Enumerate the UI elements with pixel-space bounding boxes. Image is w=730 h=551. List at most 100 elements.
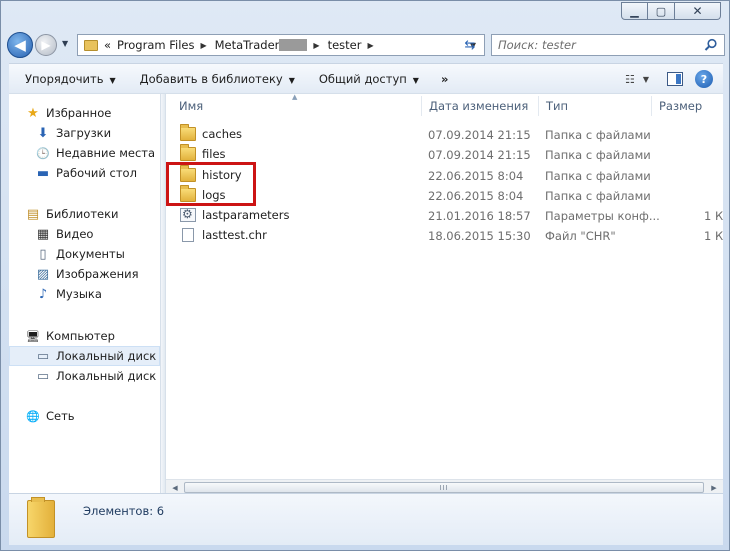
drive-icon: ▭ bbox=[36, 348, 50, 364]
more-commands-button[interactable]: » bbox=[441, 72, 448, 86]
breadcrumb-separator-icon[interactable]: ▶ bbox=[200, 41, 206, 50]
music-icon: ♪ bbox=[38, 286, 48, 302]
file-date: 18.06.2015 15:30 bbox=[428, 229, 531, 244]
file-name-cell: lastparameters bbox=[180, 207, 290, 223]
sidebar-item-disk-c[interactable]: ▭ Локальный диск (C bbox=[9, 346, 160, 366]
column-divider[interactable] bbox=[421, 96, 422, 116]
folder-icon bbox=[180, 124, 196, 141]
sidebar-item-recent-places[interactable]: 🕒 Недавние места bbox=[9, 143, 160, 163]
file-name: files bbox=[202, 147, 226, 162]
sidebar-item-label: Недавние места bbox=[56, 146, 156, 160]
grip-icon: III bbox=[439, 483, 449, 492]
file-type: Папка с файлами bbox=[545, 188, 651, 203]
minimize-icon: ▁ bbox=[630, 4, 639, 18]
breadcrumb-metatrader[interactable]: MetaTrader bbox=[215, 38, 280, 52]
file-size: 1 КБ bbox=[704, 209, 723, 224]
libraries-icon: ▤ bbox=[26, 206, 40, 222]
file-list-pane: ▲ Имя Дата изменения Тип Размер caches 0… bbox=[166, 94, 723, 494]
network-group: 🌐 Сеть bbox=[9, 406, 160, 426]
breadcrumb-program-files[interactable]: Program Files bbox=[117, 38, 194, 52]
breadcrumb-separator-icon[interactable]: ▶ bbox=[313, 41, 319, 50]
minimize-button[interactable]: ▁ bbox=[621, 2, 648, 20]
desktop-icon: ▬ bbox=[36, 165, 50, 181]
file-date: 21.01.2016 18:57 bbox=[428, 209, 531, 224]
add-to-library-label: Добавить в библиотеку bbox=[139, 71, 283, 86]
column-header-name[interactable]: Имя bbox=[179, 99, 203, 113]
column-divider[interactable] bbox=[651, 96, 652, 116]
share-button[interactable]: Общий доступ ▼ bbox=[319, 72, 419, 86]
file-type: Папка с файлами bbox=[545, 168, 651, 183]
recent-pages-dropdown[interactable]: ▼ bbox=[62, 39, 68, 48]
sidebar-item-images[interactable]: ▨ Изображения bbox=[9, 264, 160, 284]
star-icon: ★ bbox=[27, 105, 39, 121]
computer-group: 🖥 Компьютер ▭ Локальный диск (C ▭ Локальный… bbox=[9, 326, 160, 386]
refresh-icon: ⇆ bbox=[464, 37, 476, 53]
sidebar-item-network[interactable]: 🌐 Сеть bbox=[9, 406, 160, 426]
column-header-type[interactable]: Тип bbox=[546, 99, 568, 113]
content-area: ★ Избранное ⬇ Загрузки 🕒 Недавние места ▬ Ра… bbox=[9, 93, 723, 495]
share-label: Общий доступ bbox=[318, 71, 407, 86]
sidebar-item-label: Видео bbox=[56, 227, 94, 241]
add-to-library-button[interactable]: Добавить в библиотеку ▼ bbox=[140, 72, 295, 86]
file-date: 07.09.2014 21:15 bbox=[428, 128, 531, 142]
file-row-lastparameters[interactable]: lastparameters 21.01.2016 18:57 Параметр… bbox=[166, 205, 723, 225]
sidebar-item-documents[interactable]: ▯ Документы bbox=[9, 244, 160, 264]
sidebar-item-label: Избранное bbox=[46, 106, 112, 120]
sidebar-item-disk-d[interactable]: ▭ Локальный диск (D bbox=[9, 366, 160, 386]
sidebar-item-downloads[interactable]: ⬇ Загрузки bbox=[9, 123, 160, 143]
column-header-date[interactable]: Дата изменения bbox=[429, 99, 528, 113]
forward-arrow-icon: ▶ bbox=[41, 38, 51, 52]
file-name: lastparameters bbox=[202, 208, 290, 223]
sidebar-item-label: Локальный диск (D bbox=[56, 369, 160, 383]
toolbar-right: ☷ ▼ ? bbox=[617, 64, 723, 94]
help-icon: ? bbox=[700, 72, 708, 86]
file-name-cell: lasttest.chr bbox=[180, 228, 267, 243]
details-pane: Элементов: 6 bbox=[9, 493, 723, 545]
maximize-button[interactable]: ▢ bbox=[648, 2, 675, 20]
items-count: Элементов: 6 bbox=[83, 504, 165, 518]
preview-pane-button[interactable] bbox=[667, 72, 683, 86]
search-input[interactable]: Поиск: tester bbox=[491, 34, 725, 56]
sidebar-item-computer[interactable]: 🖥 Компьютер bbox=[9, 326, 160, 346]
sidebar-item-label: Библиотеки bbox=[46, 207, 119, 221]
sidebar-item-desktop[interactable]: ▬ Рабочий стол bbox=[9, 163, 160, 183]
file-name-cell: caches bbox=[180, 124, 242, 141]
chevron-down-icon: ▼ bbox=[288, 75, 295, 85]
organize-menu-button[interactable]: Упорядочить ▼ bbox=[25, 72, 116, 86]
close-button[interactable]: ✕ bbox=[675, 2, 721, 20]
file-type: Параметры конф... bbox=[545, 209, 660, 224]
sidebar-item-music[interactable]: ♪ Музыка bbox=[9, 284, 160, 304]
address-overflow[interactable]: « bbox=[104, 38, 111, 52]
sidebar-item-label: Изображения bbox=[56, 267, 139, 281]
column-divider[interactable] bbox=[538, 96, 539, 116]
scrollbar-thumb[interactable]: III bbox=[184, 482, 704, 493]
video-icon: ▦ bbox=[36, 226, 50, 242]
sidebar-item-label: Сеть bbox=[46, 409, 75, 423]
breadcrumb-tester[interactable]: tester bbox=[328, 38, 362, 52]
scroll-left-icon: ◀ bbox=[172, 484, 178, 492]
sidebar-item-video[interactable]: ▦ Видео bbox=[9, 224, 160, 244]
forward-button[interactable]: ▶ bbox=[35, 34, 57, 56]
column-header-size[interactable]: Размер bbox=[659, 99, 702, 113]
refresh-button[interactable]: ⇆ bbox=[459, 36, 481, 54]
sidebar-item-label: Документы bbox=[56, 247, 125, 261]
highlight-annotation bbox=[166, 162, 256, 206]
breadcrumb-separator-icon[interactable]: ▶ bbox=[367, 41, 373, 50]
scroll-right-icon: ▶ bbox=[711, 484, 717, 492]
help-button[interactable]: ? bbox=[695, 70, 713, 88]
sidebar-item-libraries[interactable]: ▤ Библиотеки bbox=[9, 204, 160, 224]
computer-icon: 🖥 bbox=[26, 329, 40, 343]
sidebar-item-favorites[interactable]: ★ Избранное bbox=[9, 103, 160, 123]
close-icon: ✕ bbox=[692, 4, 703, 18]
address-bar[interactable]: « Program Files ▶ MetaTrader ▶ tester ▶ … bbox=[77, 34, 485, 56]
change-view-button[interactable]: ☷ ▼ bbox=[617, 73, 657, 86]
file-size: 1 КБ bbox=[704, 229, 723, 244]
search-icon[interactable] bbox=[704, 38, 718, 52]
file-row-lasttest[interactable]: lasttest.chr 18.06.2015 15:30 Файл "CHR"… bbox=[166, 225, 723, 245]
config-file-icon bbox=[180, 207, 196, 223]
file-row-caches[interactable]: caches 07.09.2014 21:15 Папка с файлами bbox=[166, 124, 723, 144]
back-button[interactable]: ◀ bbox=[7, 32, 33, 58]
favorites-group: ★ Избранное ⬇ Загрузки 🕒 Недавние места ▬ Ра… bbox=[9, 103, 160, 183]
documents-icon: ▯ bbox=[39, 246, 47, 262]
organize-label: Упорядочить bbox=[25, 71, 104, 86]
